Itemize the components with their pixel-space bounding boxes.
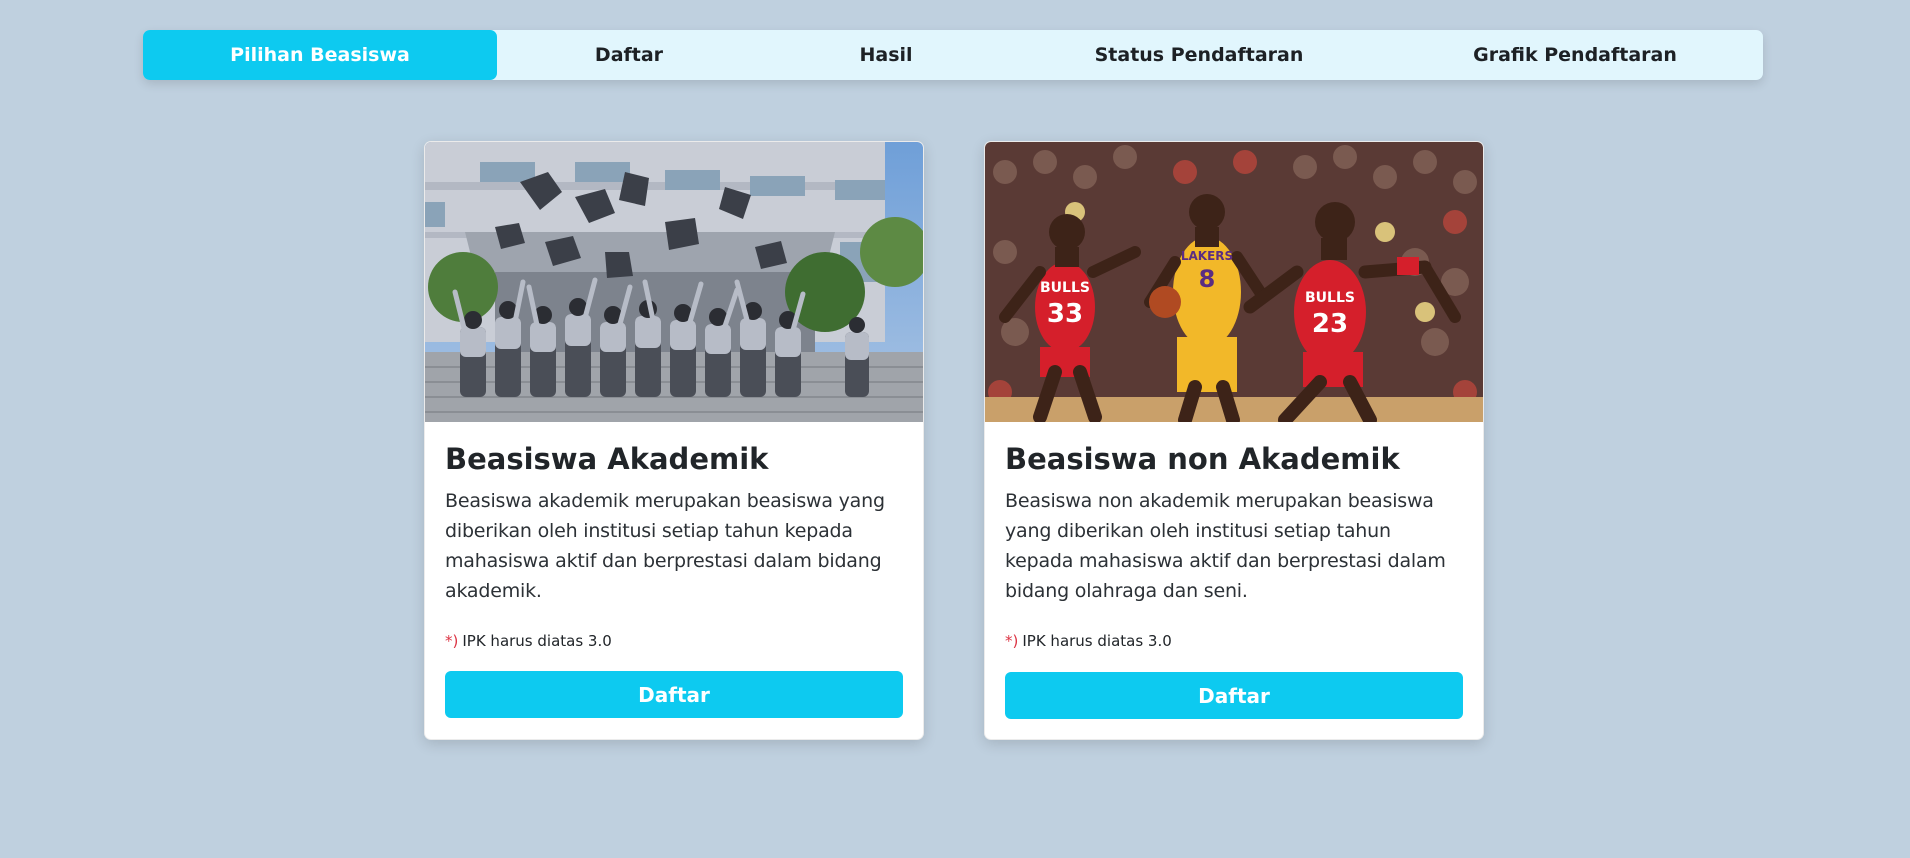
- nav-tab-hasil[interactable]: Hasil: [761, 30, 1011, 80]
- daftar-button[interactable]: Daftar: [445, 671, 903, 718]
- svg-text:LAKERS: LAKERS: [1181, 249, 1233, 263]
- basketball-photo: BULLS 33 LAKERS 8 BULLS 23: [985, 142, 1483, 422]
- card-requirement-note: *) IPK harus diatas 3.0: [1005, 632, 1172, 650]
- required-marker: *): [445, 632, 459, 650]
- card-body: Beasiswa non Akademik Beasiswa non akade…: [985, 422, 1483, 650]
- card-title: Beasiswa Akademik: [445, 442, 769, 476]
- nav-tab-grafik-pendaftaran[interactable]: Grafik Pendaftaran: [1387, 30, 1763, 80]
- graduation-photo: [425, 142, 923, 422]
- svg-text:BULLS: BULLS: [1305, 290, 1355, 306]
- card-description: Beasiswa non akademik merupakan beasiswa…: [1005, 490, 1446, 602]
- svg-text:BULLS: BULLS: [1040, 280, 1090, 296]
- required-marker: *): [1005, 632, 1019, 650]
- requirement-text: IPK harus diatas 3.0: [1022, 632, 1172, 650]
- main-nav: Pilihan Beasiswa Daftar Hasil Status Pen…: [143, 30, 1763, 80]
- scholarship-card-non-akademik: BULLS 33 LAKERS 8 BULLS 23 Beasiswa non …: [984, 141, 1484, 740]
- card-requirement-note: *) IPK harus diatas 3.0: [445, 632, 612, 650]
- card-body: Beasiswa Akademik Beasiswa akademik meru…: [425, 422, 923, 650]
- svg-text:8: 8: [1199, 265, 1216, 293]
- svg-text:33: 33: [1047, 299, 1083, 329]
- daftar-button[interactable]: Daftar: [1005, 672, 1463, 719]
- nav-tab-daftar[interactable]: Daftar: [497, 30, 761, 80]
- card-title: Beasiswa non Akademik: [1005, 442, 1400, 476]
- nav-tab-pilihan-beasiswa[interactable]: Pilihan Beasiswa: [143, 30, 497, 80]
- scholarship-card-akademik: Beasiswa Akademik Beasiswa akademik meru…: [424, 141, 924, 740]
- svg-text:23: 23: [1312, 309, 1348, 339]
- card-description: Beasiswa akademik merupakan beasiswa yan…: [445, 490, 885, 602]
- requirement-text: IPK harus diatas 3.0: [462, 632, 612, 650]
- nav-tab-status-pendaftaran[interactable]: Status Pendaftaran: [1011, 30, 1387, 80]
